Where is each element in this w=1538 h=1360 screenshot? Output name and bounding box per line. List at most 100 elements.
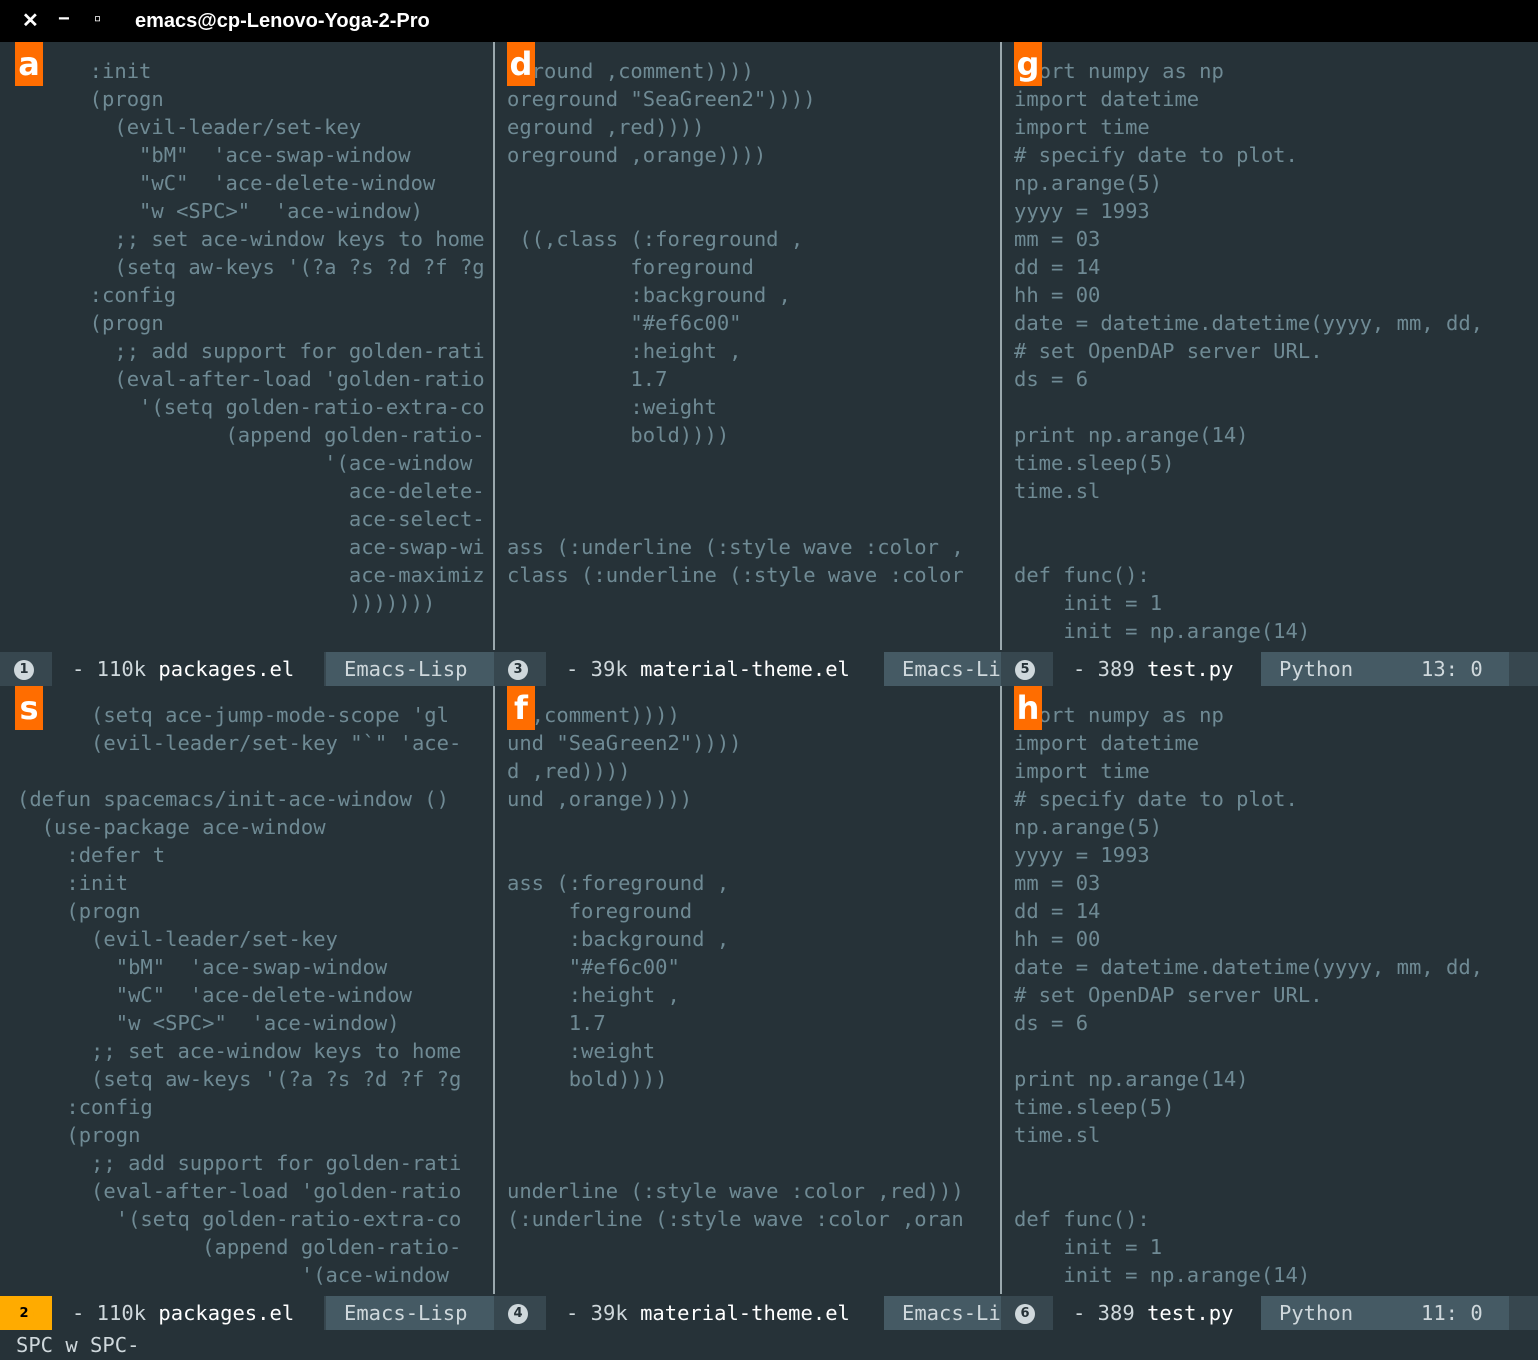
code-line: "#ef6c00" xyxy=(507,311,742,335)
code-line: mm = 03 xyxy=(1014,227,1101,251)
code-line: ;; set ace-window keys to home xyxy=(65,227,485,251)
code-line: init = np.arange(14) xyxy=(1014,619,1311,643)
code-line: :defer t xyxy=(17,843,166,867)
major-mode[interactable]: Emacs-Li xyxy=(884,652,1001,686)
cursor-position: 13: 0 xyxy=(1421,657,1483,681)
code-text: :init (progn (evil-leader/set-key "bM" '… xyxy=(15,42,485,617)
code-line: '(ace-window xyxy=(65,451,473,475)
code-line: :weight xyxy=(507,1039,656,1063)
code-line: d ,red)))) xyxy=(507,759,631,783)
editor-pane-g[interactable]: g mport numpy as np import datetime impo… xyxy=(1014,42,1526,650)
editor-pane-d[interactable]: d eground ,comment)))) oreground "SeaGre… xyxy=(507,42,995,650)
maximize-icon[interactable]: ▫ xyxy=(94,8,101,31)
modeline-3: 3 - 39k material-theme.el Emacs-Li xyxy=(494,652,1001,686)
buffer-name[interactable]: - 39k material-theme.el xyxy=(546,652,886,686)
modeline-5: 5 - 389 test.py Python 13: 0 xyxy=(1001,652,1538,686)
code-line: underline (:style wave :color ,red))) xyxy=(507,1179,964,1203)
code-line: ;; add support for golden-rati xyxy=(17,1151,462,1175)
major-mode[interactable]: Emacs-Lisp xyxy=(326,1296,494,1330)
code-line: foreground xyxy=(507,899,693,923)
window-divider[interactable] xyxy=(493,42,495,650)
editor-pane-s[interactable]: s (setq ace-jump-mode-scope 'gl (evil-le… xyxy=(15,686,485,1294)
editor-pane-a[interactable]: a :init (progn (evil-leader/set-key "bM"… xyxy=(15,42,485,650)
code-line: eground ,comment)))) xyxy=(507,59,754,83)
code-line: :background , xyxy=(507,283,791,307)
code-line: :height , xyxy=(507,339,742,363)
modeline-2: 2 - 110k packages.el Emacs-Lisp xyxy=(0,1296,494,1330)
modeline-1: 1 - 110k packages.el Emacs-Lisp xyxy=(0,652,494,686)
code-line: init = 1 xyxy=(1014,1235,1163,1259)
code-line: # specify date to plot. xyxy=(1014,787,1298,811)
code-line: time.sleep(5) xyxy=(1014,1095,1175,1119)
code-line: (eval-after-load 'golden-ratio xyxy=(65,367,485,391)
code-line: hh = 00 xyxy=(1014,283,1101,307)
code-line: :background , xyxy=(507,927,730,951)
code-line: "#ef6c00" xyxy=(507,955,680,979)
ace-window-label[interactable]: s xyxy=(15,686,43,730)
buffer-name[interactable]: - 110k packages.el xyxy=(52,652,324,686)
window-divider[interactable] xyxy=(1000,686,1002,1294)
window-divider[interactable] xyxy=(493,686,495,1294)
editor-pane-h[interactable]: h mport numpy as np import datetime impo… xyxy=(1014,686,1526,1294)
code-line: ds = 6 xyxy=(1014,367,1089,391)
code-line: ;; add support for golden-rati xyxy=(65,339,485,363)
code-text: mport numpy as np import datetime import… xyxy=(1014,42,1526,645)
code-line: (progn xyxy=(17,899,141,923)
code-line: # specify date to plot. xyxy=(1014,143,1298,167)
code-line: import time xyxy=(1014,115,1150,139)
echo-area: SPC w SPC- xyxy=(16,1333,140,1357)
code-line: dd = 14 xyxy=(1014,899,1101,923)
window-number-badge: 1 xyxy=(14,660,34,680)
code-line: hh = 00 xyxy=(1014,927,1101,951)
code-line: (:underline (:style wave :color ,oran xyxy=(507,1207,964,1231)
code-line: print np.arange(14) xyxy=(1014,1067,1249,1091)
window-number-badge: 2 xyxy=(14,1304,34,1324)
window-divider[interactable] xyxy=(1000,42,1002,650)
buffer-name[interactable]: - 110k packages.el xyxy=(52,1296,324,1330)
code-line: class (:underline (:style wave :color xyxy=(507,563,964,587)
major-mode[interactable]: Emacs-Li xyxy=(884,1296,1001,1330)
code-text: mport numpy as np import datetime import… xyxy=(1014,686,1526,1289)
window-number-badge: 4 xyxy=(508,1304,528,1324)
code-line: (eval-after-load 'golden-ratio xyxy=(17,1179,462,1203)
close-icon[interactable]: ✕ xyxy=(22,8,39,33)
code-line: "wC" 'ace-delete-window xyxy=(65,171,436,195)
code-line: # set OpenDAP server URL. xyxy=(1014,983,1323,1007)
code-line: mport numpy as np xyxy=(1014,59,1224,83)
minimize-icon[interactable]: − xyxy=(58,8,70,31)
code-line: ass (:underline (:style wave :color , xyxy=(507,535,964,559)
code-line: (setq aw-keys '(?a ?s ?d ?f ?g xyxy=(17,1067,462,1091)
ace-window-label[interactable]: d xyxy=(507,42,535,86)
code-line: 1.7 xyxy=(507,367,668,391)
window-number-badge: 5 xyxy=(1015,660,1035,680)
ace-window-label[interactable]: h xyxy=(1014,686,1042,730)
code-line: ace-swap-wi xyxy=(65,535,485,559)
ace-window-label[interactable]: a xyxy=(15,42,43,86)
code-line: ;; set ace-window keys to home xyxy=(17,1039,462,1063)
buffer-name[interactable]: - 389 test.py xyxy=(1053,652,1281,686)
code-line: oreground ,orange)))) xyxy=(507,143,767,167)
ace-window-label[interactable]: g xyxy=(1014,42,1042,86)
code-line: init = 1 xyxy=(1014,591,1163,615)
major-mode[interactable]: Emacs-Lisp xyxy=(326,652,494,686)
buffer-name[interactable]: - 389 test.py xyxy=(1053,1296,1281,1330)
code-line: import time xyxy=(1014,759,1150,783)
code-line: (setq aw-keys '(?a ?s ?d ?f ?g xyxy=(65,255,485,279)
code-line: time.sl xyxy=(1014,1123,1101,1147)
code-line: bold)))) xyxy=(507,423,730,447)
code-line: :init xyxy=(17,871,129,895)
code-line: :height , xyxy=(507,983,680,1007)
ace-window-label[interactable]: f xyxy=(507,686,535,730)
code-line: und "SeaGreen2")))) xyxy=(507,731,742,755)
modeline-6: 6 - 389 test.py Python 11: 0 xyxy=(1001,1296,1538,1330)
editor-pane-f[interactable]: f d ,comment)))) und "SeaGreen2")))) d ,… xyxy=(507,686,995,1294)
code-line: ((,class (:foreground , xyxy=(507,227,804,251)
code-line: :weight xyxy=(507,395,717,419)
code-line: "wC" 'ace-delete-window xyxy=(17,983,412,1007)
buffer-name[interactable]: - 39k material-theme.el xyxy=(546,1296,886,1330)
code-line: time.sleep(5) xyxy=(1014,451,1175,475)
code-text: (setq ace-jump-mode-scope 'gl (evil-lead… xyxy=(15,686,485,1289)
code-line: '(ace-window xyxy=(17,1263,449,1287)
modeline-4: 4 - 39k material-theme.el Emacs-Li xyxy=(494,1296,1001,1330)
code-line: und ,orange)))) xyxy=(507,787,693,811)
